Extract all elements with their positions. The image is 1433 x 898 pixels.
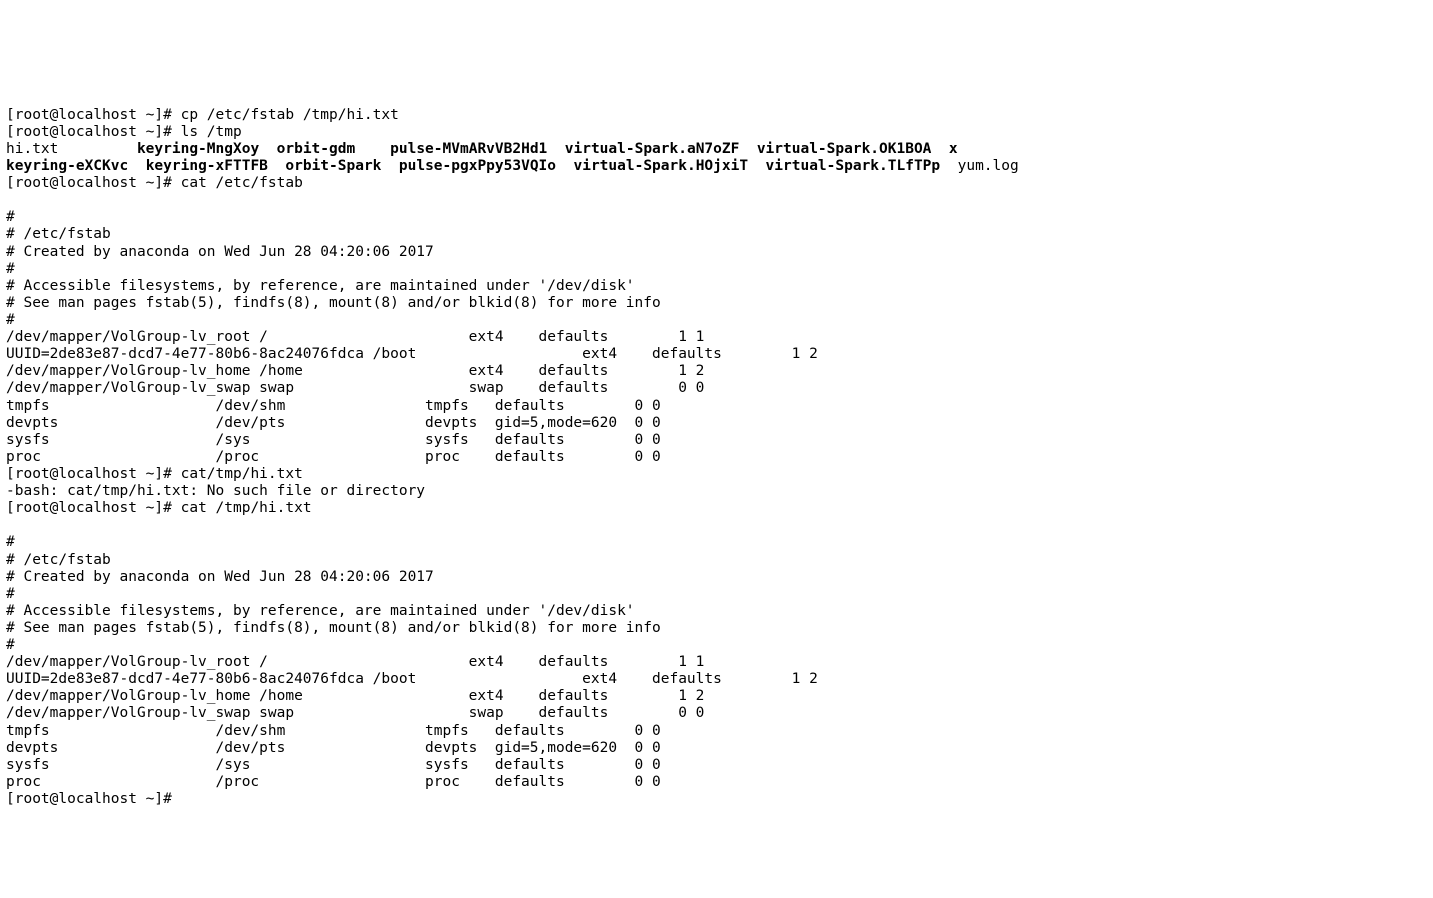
prompt: [root@localhost ~]# <box>6 107 181 123</box>
terminal-output[interactable]: [root@localhost ~]# cp /etc/fstab /tmp/h… <box>0 86 1433 813</box>
ls-item: pulse-pgxPpy53VQIo <box>399 158 574 174</box>
prompt: [root@localhost ~]# <box>6 124 181 140</box>
prompt: [root@localhost ~]# <box>6 500 181 516</box>
ls-item: hi.txt <box>6 141 137 157</box>
fstab-line: UUID=2de83e87-dcd7-4e77-80b6-8ac24076fdc… <box>6 671 818 687</box>
fstab-line: /dev/mapper/VolGroup-lv_home /home ext4 … <box>6 363 704 379</box>
fstab-line: # <box>6 209 15 225</box>
fstab-line: /dev/mapper/VolGroup-lv_swap swap swap d… <box>6 380 704 396</box>
fstab-line: tmpfs /dev/shm tmpfs defaults 0 0 <box>6 398 661 414</box>
ls-item: virtual-Spark.TLfTPp <box>766 158 941 174</box>
prompt: [root@localhost ~]# <box>6 466 181 482</box>
fstab-line: # <box>6 586 15 602</box>
command-cat-fstab: cat /etc/fstab <box>181 175 303 191</box>
fstab-line: sysfs /sys sysfs defaults 0 0 <box>6 757 661 773</box>
fstab-line: UUID=2de83e87-dcd7-4e77-80b6-8ac24076fdc… <box>6 346 818 362</box>
ls-item: yum.log <box>940 158 1019 174</box>
ls-item: virtual-Spark.OK1BOA <box>757 141 949 157</box>
ls-item: orbit-gdm <box>277 141 391 157</box>
error-line: -bash: cat/tmp/hi.txt: No such file or d… <box>6 483 425 499</box>
fstab-line: # <box>6 261 15 277</box>
ls-item: virtual-Spark.HOjxiT <box>573 158 765 174</box>
fstab-line: /dev/mapper/VolGroup-lv_root / ext4 defa… <box>6 329 704 345</box>
fstab-line: # See man pages fstab(5), findfs(8), mou… <box>6 295 661 311</box>
fstab-line: # /etc/fstab <box>6 552 111 568</box>
fstab-line: # Accessible filesystems, by reference, … <box>6 278 635 294</box>
fstab-line: # <box>6 534 15 550</box>
command-cat-hi: cat /tmp/hi.txt <box>181 500 312 516</box>
fstab-line: # Created by anaconda on Wed Jun 28 04:2… <box>6 569 434 585</box>
fstab-line: # <box>6 637 15 653</box>
fstab-line: # Created by anaconda on Wed Jun 28 04:2… <box>6 244 434 260</box>
fstab-line: sysfs /sys sysfs defaults 0 0 <box>6 432 661 448</box>
ls-item: orbit-Spark <box>285 158 399 174</box>
prompt: [root@localhost ~]# <box>6 791 181 807</box>
ls-item: x <box>949 141 958 157</box>
fstab-line: # Accessible filesystems, by reference, … <box>6 603 635 619</box>
fstab-line: proc /proc proc defaults 0 0 <box>6 774 661 790</box>
fstab-line: /dev/mapper/VolGroup-lv_swap swap swap d… <box>6 705 704 721</box>
fstab-line: # See man pages fstab(5), findfs(8), mou… <box>6 620 661 636</box>
ls-item: virtual-Spark.aN7oZF <box>565 141 757 157</box>
command-cp: cp /etc/fstab /tmp/hi.txt <box>181 107 399 123</box>
fstab-line: tmpfs /dev/shm tmpfs defaults 0 0 <box>6 723 661 739</box>
prompt: [root@localhost ~]# <box>6 175 181 191</box>
fstab-line: # <box>6 312 15 328</box>
command-ls: ls /tmp <box>181 124 242 140</box>
fstab-line: devpts /dev/pts devpts gid=5,mode=620 0 … <box>6 740 661 756</box>
command-cat-bad: cat/tmp/hi.txt <box>181 466 303 482</box>
ls-item: pulse-MVmARvVB2Hd1 <box>390 141 565 157</box>
fstab-line: devpts /dev/pts devpts gid=5,mode=620 0 … <box>6 415 661 431</box>
fstab-line: /dev/mapper/VolGroup-lv_root / ext4 defa… <box>6 654 704 670</box>
fstab-line: /dev/mapper/VolGroup-lv_home /home ext4 … <box>6 688 704 704</box>
fstab-line: proc /proc proc defaults 0 0 <box>6 449 661 465</box>
fstab-line: # /etc/fstab <box>6 226 111 242</box>
ls-item: keyring-MngXoy <box>137 141 277 157</box>
ls-item: keyring-eXCKvc <box>6 158 146 174</box>
ls-item: keyring-xFTTFB <box>146 158 286 174</box>
